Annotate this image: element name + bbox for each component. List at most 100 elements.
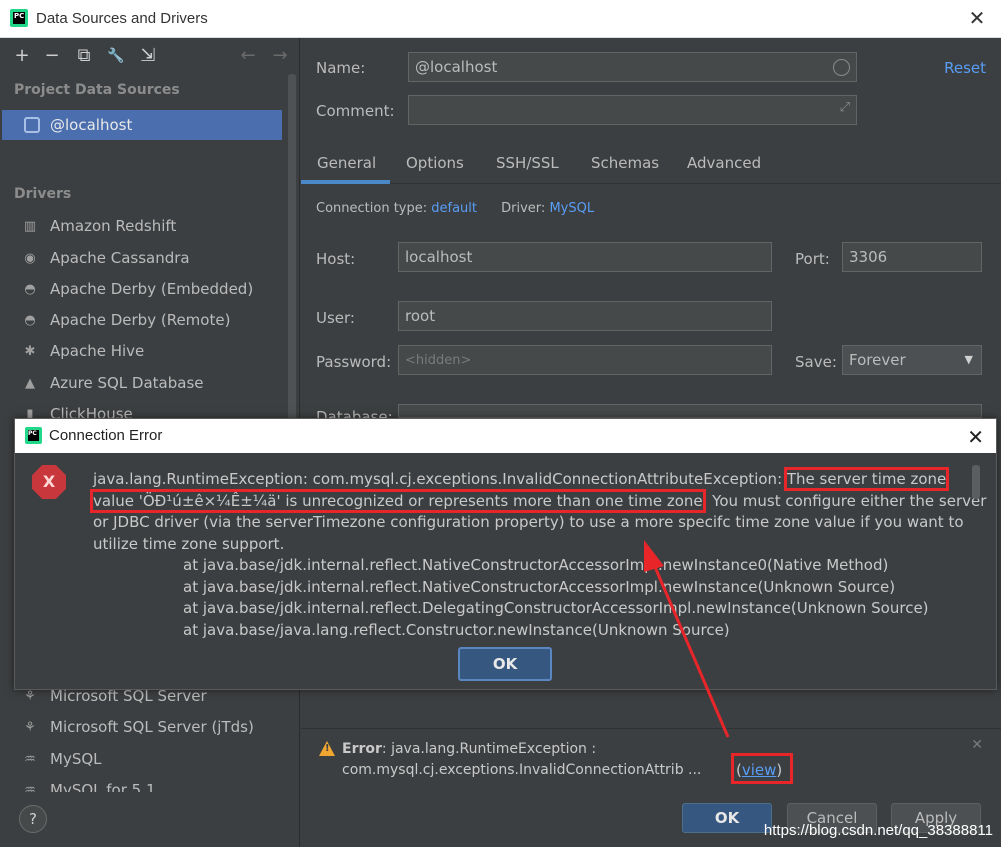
- view-link[interactable]: view: [742, 761, 777, 779]
- derby-hat-icon: ◓: [24, 282, 36, 297]
- datasource-icon: [24, 117, 40, 133]
- highlighted-text: value 'ÖÐ¹ú±ê×¼Ê±¼ä' is unrecognized or …: [90, 488, 706, 513]
- message-line: value 'ÖÐ¹ú±ê×¼Ê±¼ä' is unrecognized or …: [90, 488, 987, 513]
- window-title: Data Sources and Drivers: [36, 10, 208, 27]
- chevron-down-icon: ▼: [964, 353, 973, 366]
- remove-icon[interactable]: −: [42, 46, 62, 66]
- error-line-1: Error: java.lang.RuntimeException :: [342, 741, 596, 757]
- driver-label: Driver:: [501, 201, 546, 216]
- wrench-icon[interactable]: 🔧: [106, 46, 126, 66]
- user-input[interactable]: root: [398, 301, 772, 331]
- tab-general[interactable]: General: [317, 154, 376, 172]
- help-button[interactable]: ?: [19, 805, 47, 833]
- driver-label: Apache Derby (Remote): [50, 311, 231, 329]
- tab-options[interactable]: Options: [406, 154, 464, 172]
- import-icon[interactable]: ⇲: [138, 46, 158, 66]
- port-input[interactable]: 3306: [842, 242, 982, 272]
- driver-label: MySQL: [50, 750, 102, 768]
- pycharm-logo-icon: PC: [25, 427, 42, 444]
- host-input[interactable]: localhost: [398, 242, 772, 272]
- properties-tabs: General Options SSH/SSL Schemas Advanced: [301, 142, 1001, 184]
- sql-server-icon: ⚘: [24, 720, 36, 735]
- connection-type-link[interactable]: default: [431, 201, 477, 216]
- add-icon[interactable]: +: [12, 46, 32, 66]
- ok-button[interactable]: OK: [682, 803, 772, 833]
- window-titlebar: PC Data Sources and Drivers ✕: [0, 0, 1001, 38]
- message-line: java.lang.RuntimeException: com.mysql.cj…: [93, 467, 950, 491]
- active-tab-indicator: [301, 180, 390, 184]
- mysql-dolphin-icon: ♒: [24, 783, 36, 792]
- data-source-item-localhost[interactable]: @localhost: [2, 110, 282, 140]
- driver-label: Azure SQL Database: [50, 374, 204, 392]
- password-label: Password:: [316, 353, 392, 371]
- driver-item[interactable]: ◓ Apache Derby (Remote): [0, 306, 290, 336]
- user-label: User:: [316, 309, 355, 327]
- driver-item[interactable]: ◓ Apache Derby (Embedded): [0, 275, 290, 305]
- expand-icon[interactable]: ⤢: [840, 100, 850, 115]
- error-notification: ! Error: java.lang.RuntimeException : co…: [301, 728, 1001, 788]
- back-arrow-icon[interactable]: ←: [238, 46, 258, 66]
- hive-bee-icon: ✱: [24, 344, 36, 359]
- name-input[interactable]: @localhost: [408, 52, 857, 82]
- driver-item[interactable]: ▥ Amazon Redshift: [0, 212, 290, 242]
- driver-item[interactable]: ♒ MySQL for 5.1: [0, 776, 290, 792]
- stack-trace-line: at java.base/jdk.internal.reflect.Native…: [183, 577, 896, 596]
- driver-item[interactable]: ◉ Apache Cassandra: [0, 244, 290, 274]
- tab-advanced[interactable]: Advanced: [687, 154, 761, 172]
- dialog-title: Connection Error: [49, 427, 163, 444]
- cassandra-eye-icon: ◉: [24, 251, 36, 266]
- duplicate-icon[interactable]: ⧉: [74, 46, 94, 66]
- forward-arrow-icon[interactable]: →: [270, 46, 290, 66]
- sql-server-icon: ⚘: [24, 689, 36, 704]
- error-prefix: Error: [342, 741, 382, 757]
- dismiss-icon[interactable]: ✕: [971, 737, 983, 753]
- message-line: or JDBC driver (via the serverTimezone c…: [93, 513, 964, 531]
- message-line: utilize time zone support.: [93, 534, 285, 553]
- mysql-dolphin-icon: ♒: [24, 752, 36, 767]
- database-label: Database:: [316, 408, 393, 418]
- highlighted-text: The server time zone: [783, 467, 950, 491]
- name-value: @localhost: [415, 58, 498, 76]
- window-close-button[interactable]: ✕: [967, 8, 987, 28]
- reset-link[interactable]: Reset: [944, 59, 986, 77]
- host-label: Host:: [316, 250, 356, 268]
- azure-icon: ▲: [25, 376, 35, 391]
- driver-item[interactable]: ⚘ Microsoft SQL Server (jTds): [0, 713, 290, 743]
- color-picker-icon[interactable]: [833, 59, 850, 76]
- dialog-titlebar: PC Connection Error ✕: [15, 419, 996, 453]
- error-icon: X: [32, 465, 66, 499]
- error-message: java.lang.RuntimeException: com.mysql.cj…: [90, 467, 987, 641]
- dialog-close-button[interactable]: ✕: [967, 425, 984, 449]
- connection-error-dialog: PC Connection Error ✕ X java.lang.Runtim…: [14, 418, 997, 690]
- comment-label: Comment:: [316, 102, 395, 120]
- dialog-scrollbar[interactable]: [972, 465, 980, 499]
- derby-hat-icon: ◓: [24, 313, 36, 328]
- pycharm-logo-icon: PC: [10, 9, 28, 27]
- driver-link[interactable]: MySQL: [549, 201, 594, 216]
- tab-ssh-ssl[interactable]: SSH/SSL: [496, 154, 559, 172]
- stack-trace-line: at java.base/jdk.internal.reflect.Delega…: [183, 599, 929, 617]
- dialog-ok-button[interactable]: OK: [458, 647, 552, 681]
- driver-label: Microsoft SQL Server (jTds): [50, 718, 254, 736]
- driver-item[interactable]: ♒ MySQL: [0, 745, 290, 775]
- view-link-wrapper: (view): [736, 761, 783, 779]
- warning-icon: !: [319, 741, 335, 756]
- port-label: Port:: [795, 250, 830, 268]
- password-input[interactable]: <hidden>: [398, 345, 772, 375]
- stack-trace-line: at java.base/jdk.internal.reflect.Native…: [183, 556, 889, 574]
- driver-label: Apache Derby (Embedded): [50, 280, 254, 298]
- data-source-label: @localhost: [50, 116, 133, 134]
- save-dropdown[interactable]: Forever ▼: [842, 345, 982, 375]
- name-label: Name:: [316, 59, 366, 77]
- error-text: com.mysql.cj.exceptions.InvalidConnectio…: [342, 762, 702, 778]
- driver-item[interactable]: ✱ Apache Hive: [0, 337, 290, 367]
- driver-item[interactable]: ▲ Azure SQL Database: [0, 369, 290, 399]
- comment-input[interactable]: ⤢: [408, 95, 857, 125]
- database-input[interactable]: [398, 404, 982, 418]
- project-data-sources-label: Project Data Sources: [14, 82, 180, 98]
- watermark: https://blog.csdn.net/qq_38388811: [763, 822, 993, 839]
- error-text: : java.lang.RuntimeException :: [381, 741, 597, 757]
- driver-label: Amazon Redshift: [50, 217, 177, 235]
- tab-schemas[interactable]: Schemas: [591, 154, 659, 172]
- driver-label: Apache Cassandra: [50, 249, 190, 267]
